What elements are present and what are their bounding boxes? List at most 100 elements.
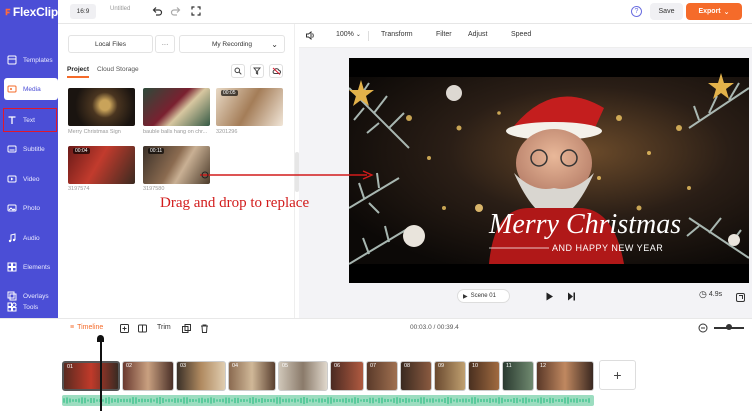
duplicate-icon[interactable] (182, 324, 191, 333)
delete-icon[interactable] (200, 324, 209, 333)
timeline-clip[interactable]: 12 (536, 361, 594, 391)
clip-number: 08 (404, 363, 411, 369)
zoom-value: 100% (336, 31, 354, 38)
sidebar-item-subtitle[interactable]: Subtitle (4, 138, 56, 160)
sidebar-item-label: Media (23, 85, 41, 93)
editing-toolbar: 100% ⌄ Transform Filter Adjust Speed (299, 24, 752, 48)
transform-button[interactable]: Transform (381, 31, 413, 38)
sidebar-item-templates[interactable]: Templates (4, 49, 56, 71)
sidebar-item-video[interactable]: Video (4, 168, 56, 190)
split-icon[interactable] (138, 324, 147, 333)
media-thumbnail[interactable]: 00:04 (68, 146, 135, 184)
zoom-slider-handle[interactable] (726, 324, 732, 330)
media-thumbnail[interactable] (143, 88, 210, 126)
video-preview[interactable]: Merry Christmas AND HAPPY NEW YEAR (349, 58, 749, 283)
timeline-clip[interactable]: 08 (400, 361, 432, 391)
redo-icon[interactable] (170, 5, 182, 17)
tools-icon (7, 302, 17, 312)
timeline-clip[interactable]: 09 (434, 361, 466, 391)
audio-icon (8, 233, 16, 243)
sidebar-item-label: Audio (23, 234, 40, 242)
sidebar-item-media[interactable]: Media (4, 78, 58, 100)
media-sub-tabs: Project Cloud Storage (67, 66, 139, 73)
search-icon (234, 67, 242, 75)
zoom-out-icon[interactable] (698, 323, 708, 333)
left-sidebar: FlexClip Templates Media Text Subtitle V… (0, 0, 58, 318)
scene-duration[interactable]: ◷ 4.9s (699, 289, 722, 300)
filter-button[interactable] (250, 64, 264, 78)
clip-number: 12 (540, 363, 547, 369)
clip-number: 01 (67, 364, 74, 370)
sidebar-item-photo[interactable]: Photo (4, 197, 56, 219)
video-subtitle: AND HAPPY NEW YEAR (552, 243, 663, 253)
aspect-ratio-button[interactable]: 16:9 (70, 4, 96, 19)
audio-track[interactable] (62, 395, 594, 406)
play-icon[interactable] (545, 292, 554, 301)
timeline-toggle[interactable]: ≡ Timeline (70, 324, 103, 331)
chevron-down-icon: ⌄ (723, 8, 730, 16)
photo-icon (7, 204, 17, 212)
annotation-arrow (200, 170, 374, 180)
more-sources-button[interactable]: ··· (155, 35, 175, 53)
search-button[interactable] (231, 64, 245, 78)
project-title-input[interactable]: Untitled (110, 6, 130, 12)
tab-project[interactable]: Project (67, 66, 89, 73)
timeline-clip[interactable]: 02 (122, 361, 174, 391)
zoom-dropdown[interactable]: 100% ⌄ (336, 31, 361, 38)
tab-cloud-storage[interactable]: Cloud Storage (97, 66, 139, 73)
filter-tool-button[interactable]: Filter (436, 31, 452, 38)
export-label: Export (698, 8, 721, 15)
add-scene-icon[interactable] (120, 324, 129, 333)
app-logo[interactable]: FlexClip (0, 0, 58, 24)
duration-badge: 00:04 (73, 148, 90, 154)
sidebar-item-tools[interactable]: Tools (4, 296, 56, 318)
chevron-down-icon: ⌄ (271, 39, 278, 49)
timeline-clip[interactable]: 05 (278, 361, 328, 391)
timeline-icon: ≡ (70, 324, 75, 331)
subtitle-icon (7, 145, 17, 153)
volume-icon[interactable] (305, 30, 316, 41)
timeline-clip[interactable]: 03 (176, 361, 226, 391)
undo-icon[interactable] (151, 5, 163, 17)
sidebar-item-elements[interactable]: Elements (4, 256, 56, 278)
audio-waveform (63, 397, 590, 404)
media-label: bauble balls hang on chr... (143, 129, 208, 135)
export-button[interactable]: Export ⌄ (686, 3, 742, 20)
sidebar-item-label: Text (23, 116, 35, 124)
my-recording-dropdown[interactable]: My Recording ⌄ (179, 35, 285, 53)
clock-icon: ◷ (699, 289, 707, 299)
active-tab-indicator (67, 76, 89, 78)
cloud-off-button[interactable] (269, 64, 283, 78)
media-thumbnail[interactable] (68, 88, 135, 126)
timeline-clip[interactable]: 06 (330, 361, 364, 391)
media-label: 3201296 (216, 129, 238, 135)
adjust-button[interactable]: Adjust (468, 31, 487, 38)
flexclip-logo-icon (5, 8, 11, 16)
skip-next-icon[interactable] (567, 292, 576, 301)
timeline-clip[interactable]: 07 (366, 361, 398, 391)
sidebar-item-label: Video (23, 175, 40, 183)
cloud-off-icon (272, 67, 281, 75)
expand-icon[interactable] (736, 293, 745, 302)
add-scene-button[interactable]: + (599, 360, 636, 390)
scene-selector[interactable]: ▶ Scene 01 (457, 289, 510, 303)
media-thumbnail[interactable]: 00:05 (216, 88, 283, 126)
sidebar-item-audio[interactable]: Audio (4, 227, 56, 249)
save-button[interactable]: Save (650, 3, 683, 20)
sidebar-item-label: Photo (23, 204, 40, 212)
timeline-clip[interactable]: 04 (228, 361, 276, 391)
clip-number: 04 (232, 363, 239, 369)
sidebar-item-text[interactable]: Text (3, 108, 57, 132)
clip-number: 07 (370, 363, 377, 369)
fullscreen-icon[interactable] (190, 5, 202, 17)
clip-number: 02 (126, 363, 133, 369)
playhead[interactable] (97, 335, 103, 411)
clip-number: 09 (438, 363, 445, 369)
trim-button[interactable]: Trim (157, 324, 171, 331)
local-files-button[interactable]: Local Files (68, 35, 153, 53)
help-icon[interactable]: ? (631, 6, 642, 17)
speed-button[interactable]: Speed (511, 31, 531, 38)
timeline-clip[interactable]: 11 (502, 361, 534, 391)
timeline-clip[interactable]: 01 (62, 361, 120, 391)
timeline-clip[interactable]: 10 (468, 361, 500, 391)
